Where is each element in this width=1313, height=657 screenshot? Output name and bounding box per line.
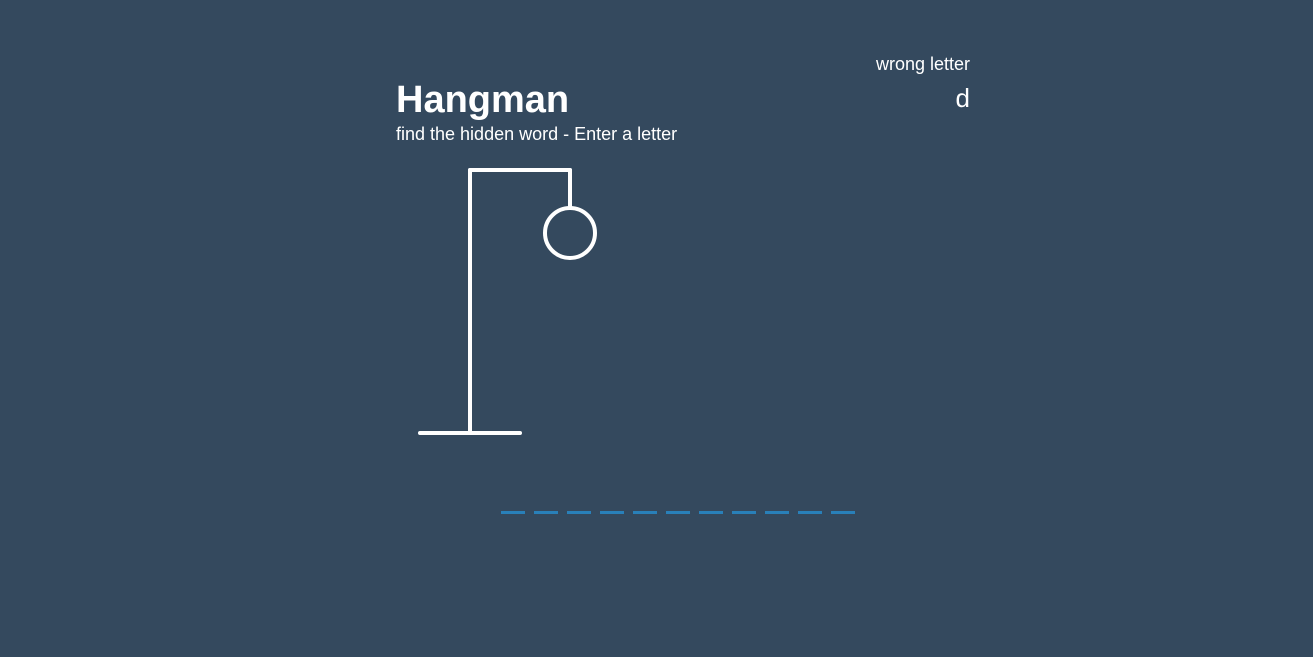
- gallows-drawing: [418, 168, 597, 435]
- letter-slot: [765, 511, 789, 514]
- letter-slot: [666, 511, 690, 514]
- figure-head: [543, 206, 597, 260]
- letter-slot: [633, 511, 657, 514]
- letter-slot: [831, 511, 855, 514]
- letter-slot: [798, 511, 822, 514]
- game-stage[interactable]: Hangman find the hidden word - Enter a l…: [0, 0, 1313, 657]
- letter-slot: [699, 511, 723, 514]
- letter-slot: [501, 511, 525, 514]
- letter-slot: [600, 511, 624, 514]
- letter-slot: [534, 511, 558, 514]
- hidden-word: [501, 511, 855, 514]
- letter-slot: [567, 511, 591, 514]
- letter-slot: [732, 511, 756, 514]
